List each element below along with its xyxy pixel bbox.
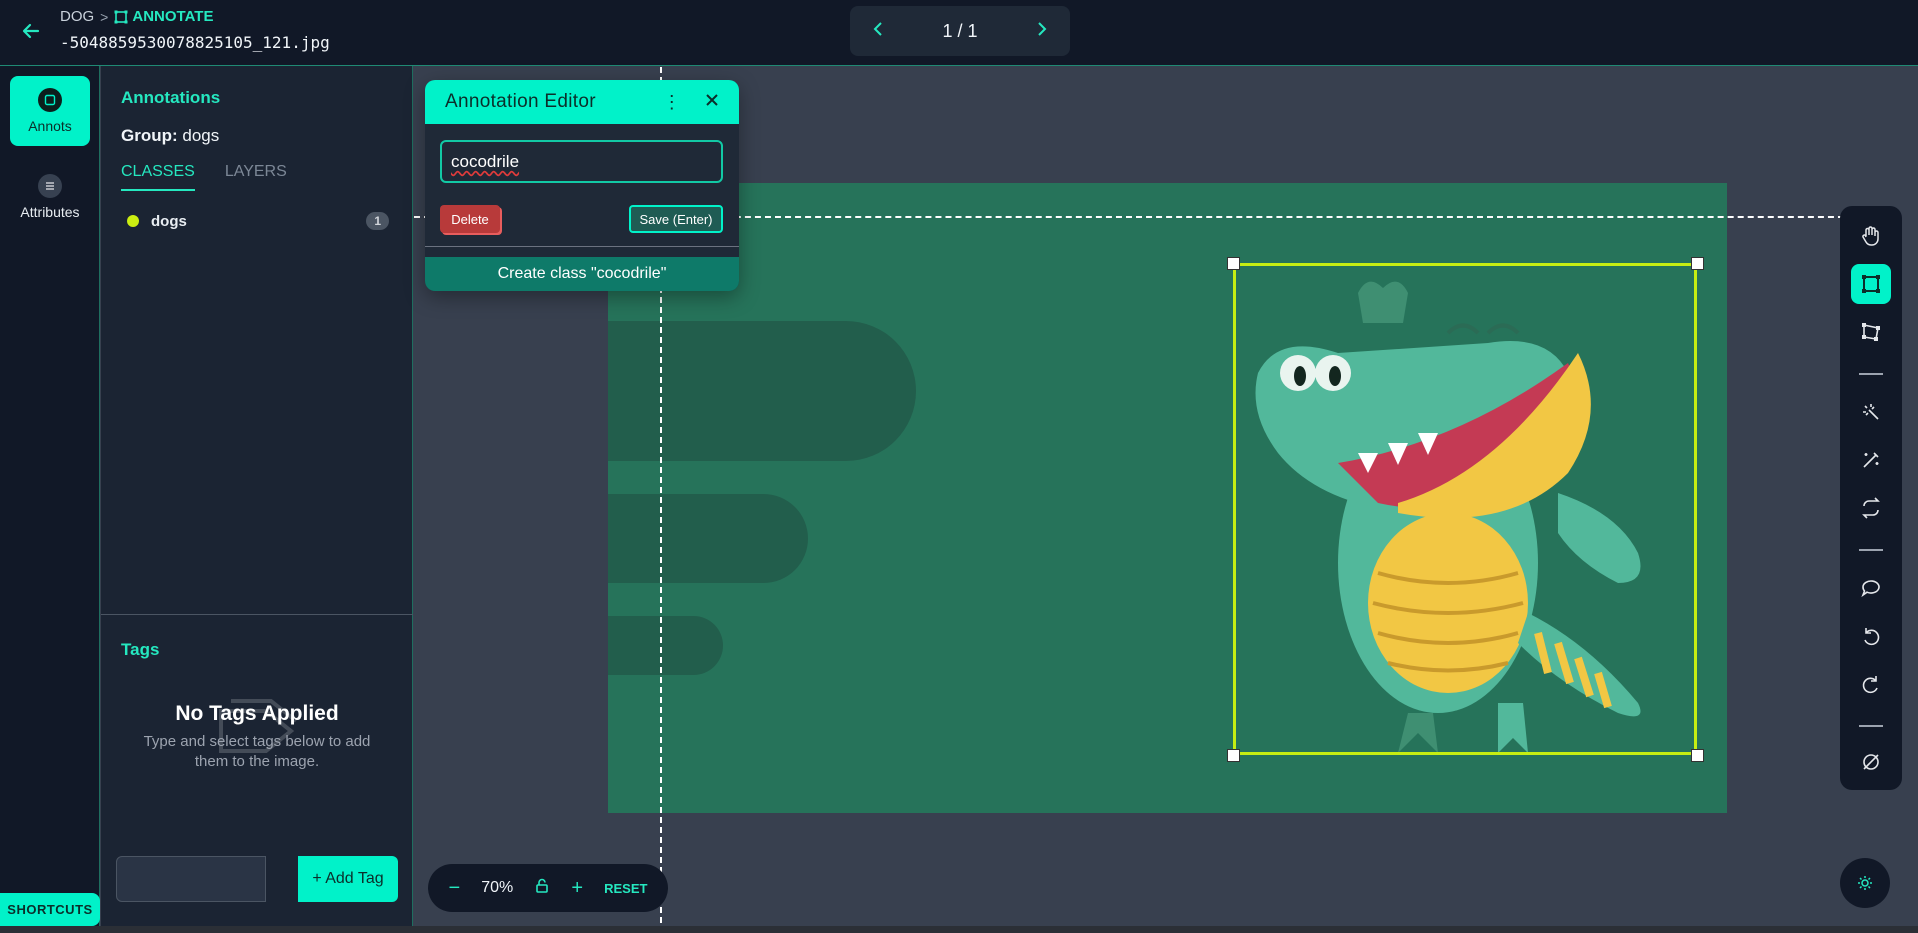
undo-icon[interactable] [1851, 616, 1891, 656]
rail-annots-label: Annots [28, 118, 72, 134]
top-bar: DOG > ANNOTATE -5048859530078825105_121.… [0, 0, 1918, 66]
group-label: Group: [121, 126, 178, 145]
rail-attributes[interactable]: Attributes [10, 162, 90, 232]
prev-image-icon[interactable] [872, 21, 884, 42]
rail-attributes-label: Attributes [20, 204, 80, 220]
more-options-icon[interactable]: ⋮ [663, 92, 681, 113]
bottom-strip [0, 926, 1918, 933]
class-count-badge: 1 [366, 212, 389, 230]
zoom-in-button[interactable]: + [571, 877, 583, 900]
zoom-controls: − 70% + RESET [428, 864, 668, 912]
annotate-icon [114, 10, 128, 23]
toolbar-divider [1859, 549, 1883, 551]
bg-stripe [608, 616, 723, 675]
swap-icon[interactable] [1851, 488, 1891, 528]
class-name-input[interactable]: cocodrile [440, 140, 723, 183]
toolbar-divider [1859, 373, 1883, 375]
editor-title: Annotation Editor [445, 91, 596, 112]
no-tags-message: No Tags Applied Type and select tags bel… [101, 702, 413, 772]
bbox-handle[interactable] [1691, 257, 1704, 270]
zoom-out-button[interactable]: − [449, 877, 461, 900]
panel-divider [101, 614, 413, 615]
annotations-panel: Annotations Group: dogs CLASSES LAYERS d… [101, 66, 413, 933]
rail-annots[interactable]: Annots [10, 76, 90, 146]
editor-header: Annotation Editor ⋮ [425, 80, 739, 124]
tags-title: Tags [121, 640, 160, 659]
tab-classes[interactable]: CLASSES [121, 163, 195, 191]
breadcrumb-project[interactable]: DOG [60, 8, 94, 25]
magic-wand-icon[interactable] [1851, 440, 1891, 480]
breadcrumb-separator: > [100, 8, 109, 25]
group-value: dogs [182, 126, 220, 145]
tag-input[interactable] [116, 856, 266, 902]
left-rail: Annots Attributes [0, 66, 100, 933]
no-tags-title: No Tags Applied [175, 702, 339, 725]
bbox-tool-icon[interactable] [1851, 264, 1891, 304]
bbox-handle[interactable] [1691, 749, 1704, 762]
class-color-dot [127, 215, 139, 227]
file-name: -5048859530078825105_121.jpg [60, 33, 330, 52]
breadcrumb-mode-label: ANNOTATE [132, 8, 214, 25]
bounding-box[interactable] [1233, 263, 1697, 755]
zoom-level: 70% [481, 879, 514, 896]
class-name: dogs [151, 212, 187, 230]
redo-icon[interactable] [1851, 664, 1891, 704]
breadcrumb: DOG > ANNOTATE [60, 8, 213, 25]
annots-icon [38, 88, 62, 112]
pan-hand-icon[interactable] [1851, 216, 1891, 256]
no-tags-subtitle: Type and select tags below to add them t… [143, 733, 371, 770]
panel-title: Annotations [121, 88, 221, 107]
bg-stripe [608, 321, 916, 461]
panel-tabs: CLASSES LAYERS [121, 163, 287, 191]
theme-toggle-icon[interactable] [1840, 858, 1890, 908]
add-tag-button[interactable]: + Add Tag [298, 856, 398, 902]
list-icon [38, 174, 62, 198]
image-pager: 1 / 1 [850, 6, 1070, 56]
class-row-dogs[interactable]: dogs 1 [127, 212, 389, 230]
next-image-icon[interactable] [1036, 21, 1048, 42]
breadcrumb-mode: ANNOTATE [114, 8, 213, 25]
back-arrow-icon[interactable] [20, 20, 42, 42]
save-button[interactable]: Save (Enter) [629, 205, 723, 233]
editor-divider [425, 246, 739, 247]
close-icon[interactable] [705, 91, 719, 113]
comment-icon[interactable] [1851, 568, 1891, 608]
shortcuts-button[interactable]: SHORTCUTS [0, 893, 100, 926]
tool-palette [1840, 206, 1902, 790]
hide-icon[interactable] [1851, 742, 1891, 782]
polygon-tool-icon[interactable] [1851, 312, 1891, 352]
bg-stripe [608, 494, 808, 583]
delete-button[interactable]: Delete [440, 205, 500, 233]
group-info: Group: dogs [121, 126, 219, 146]
lock-icon[interactable] [534, 878, 550, 899]
toolbar-divider [1859, 725, 1883, 727]
annotation-editor: Annotation Editor ⋮ cocodrile Delete Sav… [425, 80, 739, 291]
bbox-handle[interactable] [1227, 257, 1240, 270]
reset-zoom-button[interactable]: RESET [604, 881, 647, 896]
bbox-handle[interactable] [1227, 749, 1240, 762]
create-class-option[interactable]: Create class "cocodrile" [425, 257, 739, 291]
pager-count: 1 / 1 [942, 20, 978, 41]
tab-layers[interactable]: LAYERS [225, 163, 287, 191]
magic-select-icon[interactable] [1851, 392, 1891, 432]
